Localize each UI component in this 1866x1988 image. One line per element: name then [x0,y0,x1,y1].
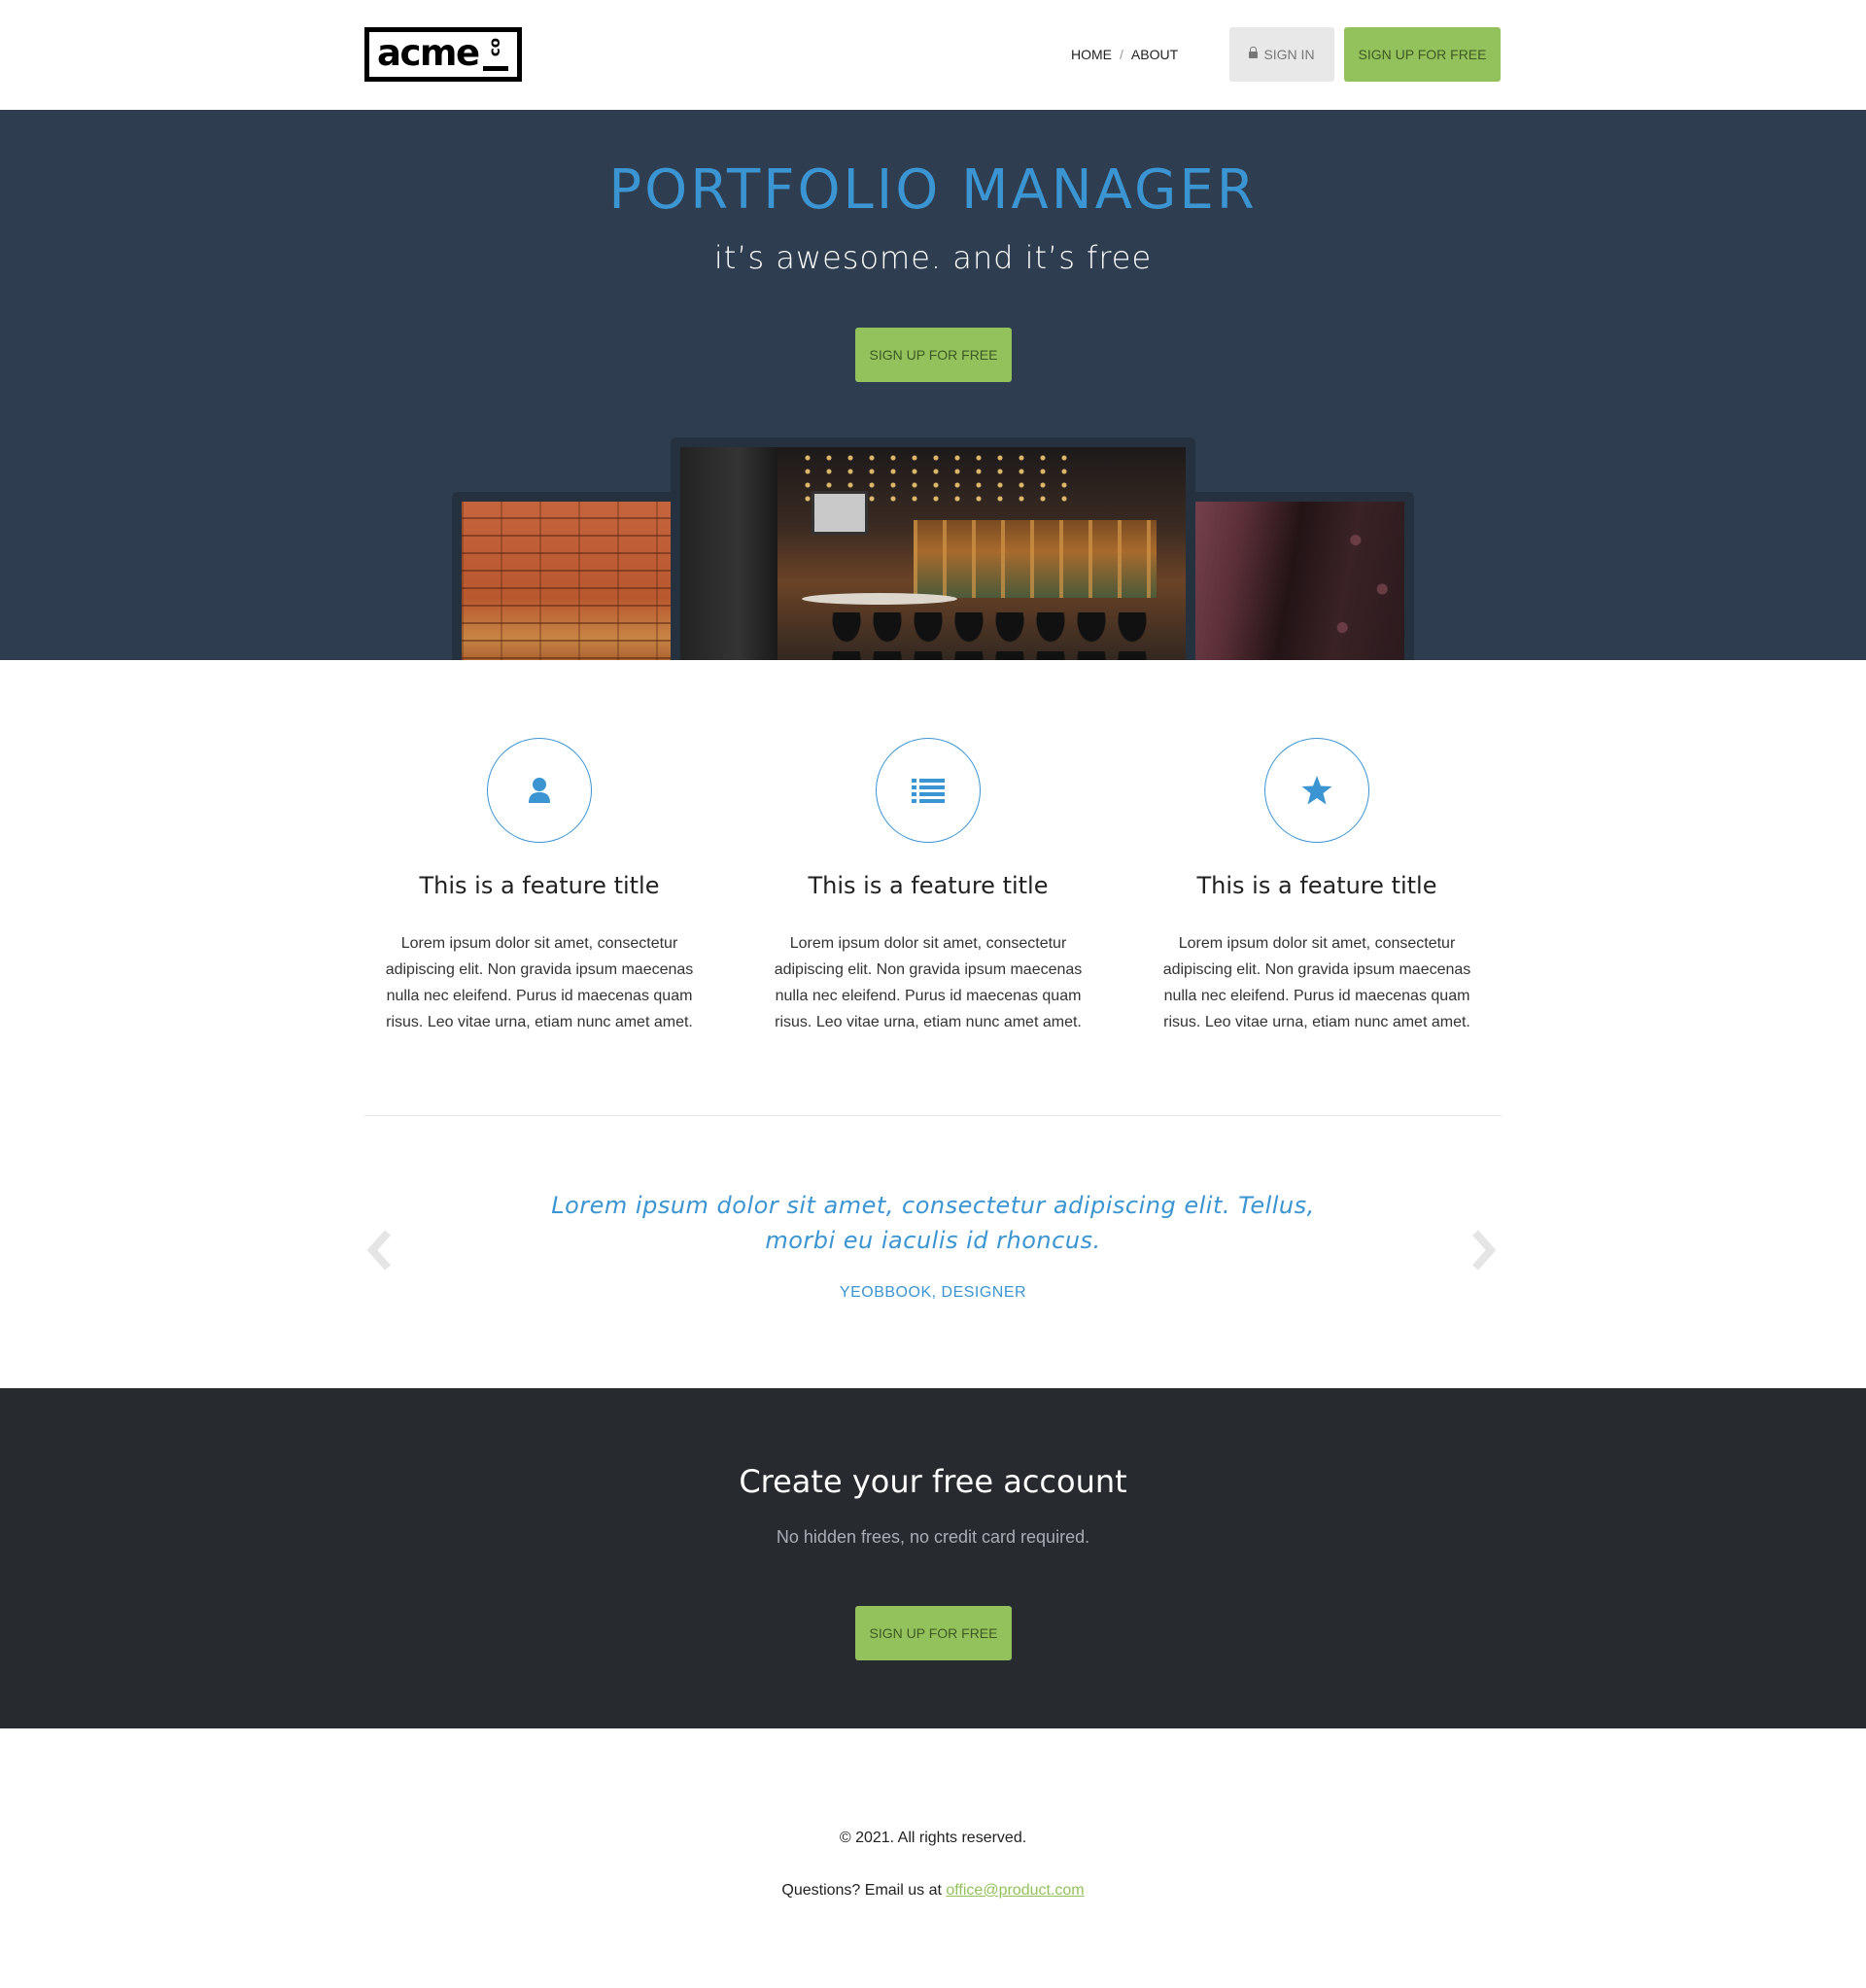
feature-card: This is a feature title Lorem ipsum dolo… [364,738,714,1035]
cafe-interior-photo [680,447,1186,660]
cta-section: Create your free account No hidden frees… [0,1388,1866,1728]
nav-separator: / [1120,47,1123,62]
main-nav: HOME / ABOUT [1071,47,1178,62]
nav-about-link[interactable]: ABOUT [1131,47,1178,62]
chevron-left-icon[interactable] [364,1229,396,1272]
footer-contact-label: Questions? Email us at [781,1882,942,1899]
testimonial-author: YEOBBOOK, DESIGNER [839,1284,1027,1301]
acme-logo[interactable]: acme co [364,27,522,82]
brick-wall-photo [462,502,683,660]
feature-title: This is a feature title [808,872,1049,899]
feature-text: Lorem ipsum dolor sit amet, consectetur … [774,935,1083,1030]
footer-copyright: © 2021. All rights reserved. [839,1830,1027,1846]
nav-home-link[interactable]: HOME [1071,47,1112,62]
feature-card: This is a feature title Lorem ipsum dolo… [1142,738,1492,1035]
footer-contact: Questions? Email us at office@product.co… [0,1882,1866,1900]
hero-subtitle: it’s awesome. and it’s free [713,239,1153,276]
star-icon [1301,776,1332,805]
section-divider [364,1115,1502,1116]
feature-title: This is a feature title [419,872,660,899]
device-mockup-center [671,437,1195,660]
user-icon [529,778,550,803]
footer-email-link[interactable]: office@product.com [946,1882,1084,1899]
cta-subtitle: No hidden frees, no credit card required… [776,1527,1090,1547]
device-mockup-right [1173,492,1414,660]
cta-title: Create your free account [739,1463,1127,1500]
feature-title: This is a feature title [1196,872,1437,899]
sign-in-button[interactable]: SIGN IN [1229,27,1334,82]
feature-icon-circle [1264,738,1369,843]
hero-sign-up-button[interactable]: SIGN UP FOR FREE [855,328,1012,382]
feature-icon-circle [876,738,981,843]
feature-text: Lorem ipsum dolor sit amet, consectetur … [385,935,694,1030]
chevron-right-icon[interactable] [1468,1229,1499,1272]
riveted-metal-photo [1183,502,1404,660]
hero-title: PORTFOLIO MANAGER [608,158,1258,222]
list-icon [912,779,945,803]
logo-word: acme [377,31,480,74]
site-header: acme co HOME / ABOUT SIGN IN SIGN UP FOR… [0,0,1866,110]
header-sign-up-button[interactable]: SIGN UP FOR FREE [1344,27,1501,82]
features-section: This is a feature title Lorem ipsum dolo… [364,738,1502,1030]
lock-icon [1249,47,1259,60]
sign-in-label: SIGN IN [1263,47,1315,62]
testimonial-quote: Lorem ipsum dolor sit amet, consectetur … [551,1192,1315,1254]
cta-sign-up-button[interactable]: SIGN UP FOR FREE [855,1606,1012,1660]
feature-icon-circle [487,738,592,843]
device-mockup-left [452,492,693,660]
logo-co-mark: co [483,38,508,71]
hero-section: PORTFOLIO MANAGER it’s awesome. and it’s… [0,110,1866,660]
feature-card: This is a feature title Lorem ipsum dolo… [753,738,1103,1035]
feature-text: Lorem ipsum dolor sit amet, consectetur … [1162,935,1471,1030]
